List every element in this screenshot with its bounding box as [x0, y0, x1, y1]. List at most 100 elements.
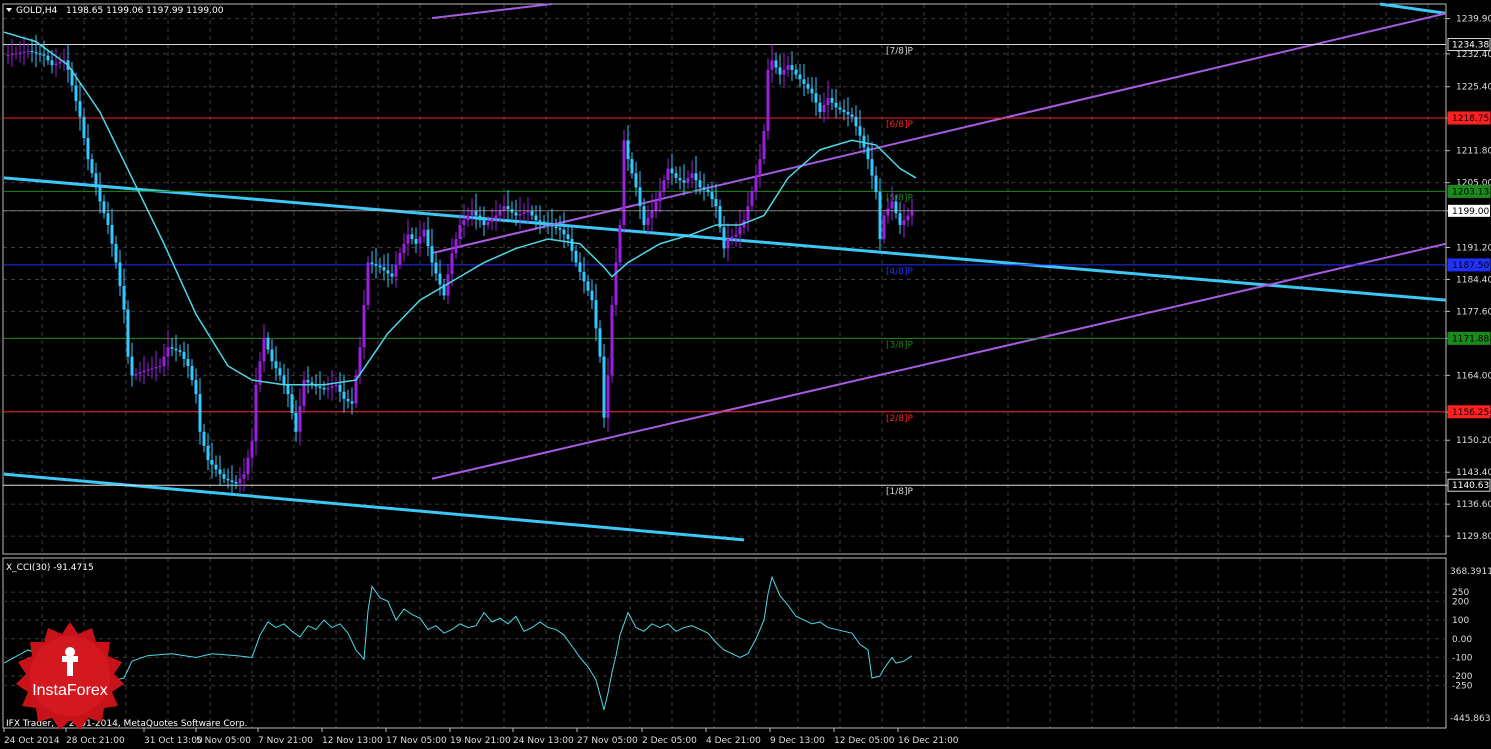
- candle-body: [74, 85, 78, 102]
- candle-body: [46, 55, 50, 61]
- candle-body: [622, 140, 626, 225]
- time-label: 19 Nov 21:00: [450, 736, 511, 746]
- logo-text: InstaForex: [32, 682, 108, 699]
- candle-body: [470, 210, 474, 216]
- candle-body: [110, 224, 114, 244]
- candle-body: [282, 375, 286, 385]
- candle-body: [690, 173, 694, 178]
- candle-body: [394, 264, 398, 277]
- candle-body: [598, 328, 602, 357]
- candle-body: [22, 51, 26, 53]
- symbol-label: GOLD,H4: [16, 6, 58, 16]
- candle-body: [122, 286, 126, 310]
- candle-body: [490, 218, 494, 222]
- price-tick-label: 1177.60: [1456, 307, 1491, 317]
- candle-body: [778, 67, 782, 75]
- candle-body: [662, 180, 666, 193]
- candle-body: [102, 201, 106, 214]
- candle-body: [694, 173, 698, 181]
- candle-body: [546, 223, 550, 225]
- candle-body: [214, 464, 218, 470]
- candle-body: [234, 481, 238, 484]
- candle-body: [858, 126, 862, 136]
- price-level-label: 1218.75: [1452, 114, 1489, 124]
- candle-body: [38, 53, 42, 55]
- candle-body: [618, 224, 622, 263]
- candle-body: [166, 347, 170, 357]
- candle-body: [342, 391, 346, 399]
- candle-body: [834, 102, 838, 108]
- candle-body: [650, 210, 654, 218]
- cci-label: X_CCI(30) -91.4715: [6, 563, 94, 573]
- candle-body: [818, 102, 822, 113]
- candle-body: [514, 212, 518, 216]
- candle-body: [298, 405, 302, 432]
- candle-body: [362, 304, 366, 348]
- candle-body: [518, 213, 522, 216]
- price-chart[interactable]: [7/8]P[6/8]P[5/8]P[4/8]P[3/8]P[2/8]P[1/8…: [0, 0, 1491, 749]
- candle-body: [174, 348, 178, 351]
- candle-body: [498, 210, 502, 216]
- candle-body: [422, 229, 426, 237]
- candle-body: [226, 478, 230, 481]
- candle-body: [42, 54, 46, 56]
- murrey-label: [7/8]P: [886, 47, 914, 57]
- candle-body: [682, 180, 686, 183]
- murrey-label: [1/8]P: [886, 487, 914, 497]
- candle-body: [710, 192, 714, 200]
- candle-body: [838, 107, 842, 110]
- candle-body: [466, 215, 470, 221]
- candle-body: [434, 262, 438, 274]
- candle-body: [558, 228, 562, 230]
- candle-body: [810, 88, 814, 94]
- price-tick-label: 1143.40: [1456, 468, 1491, 478]
- candle-body: [322, 387, 326, 390]
- candle-body: [750, 192, 754, 207]
- candle-body: [54, 63, 58, 66]
- price-level-label: 1156.25: [1452, 408, 1489, 418]
- candle-body: [378, 265, 382, 268]
- price-level-label: 1203.13: [1452, 187, 1489, 197]
- candle-body: [370, 262, 374, 265]
- price-tick-label: 1232.40: [1456, 50, 1491, 60]
- candle-body: [438, 273, 442, 285]
- candle-body: [290, 394, 294, 413]
- candle-body: [430, 246, 434, 263]
- cci-min-label: -445.8639: [1450, 714, 1491, 724]
- murrey-label: [3/8]P: [886, 340, 914, 350]
- candle-body: [238, 478, 242, 484]
- candle-body: [698, 180, 702, 188]
- time-label: 27 Nov 05:00: [577, 736, 638, 746]
- candle-body: [398, 253, 402, 265]
- murrey-label: [4/8]P: [886, 267, 914, 277]
- candle-body: [486, 221, 490, 225]
- candle-body: [906, 215, 910, 221]
- candle-body: [702, 187, 706, 190]
- candle-body: [814, 93, 818, 103]
- candle-body: [790, 65, 794, 70]
- candle-body: [630, 159, 634, 174]
- candle-body: [754, 175, 758, 193]
- candle-body: [210, 459, 214, 465]
- candle-body: [870, 159, 874, 176]
- candle-body: [478, 215, 482, 221]
- candle-body: [278, 368, 282, 376]
- time-label: 24 Nov 13:00: [513, 736, 574, 746]
- candle-body: [450, 253, 454, 275]
- price-tick-label: 1225.40: [1456, 83, 1491, 93]
- candle-body: [806, 83, 810, 89]
- candle-body: [634, 173, 638, 188]
- candle-body: [426, 229, 430, 247]
- candle-body: [14, 53, 18, 55]
- candle-body: [822, 105, 826, 113]
- candle-body: [658, 192, 662, 202]
- candle-body: [802, 79, 806, 84]
- candle-body: [746, 206, 750, 221]
- time-label: 7 Nov 21:00: [258, 736, 313, 746]
- candle-body: [326, 387, 330, 390]
- candle-body: [726, 239, 730, 249]
- candle-body: [666, 168, 670, 181]
- candle-body: [786, 65, 790, 70]
- logo-seal-icon: [16, 622, 124, 730]
- candle-body: [158, 365, 162, 368]
